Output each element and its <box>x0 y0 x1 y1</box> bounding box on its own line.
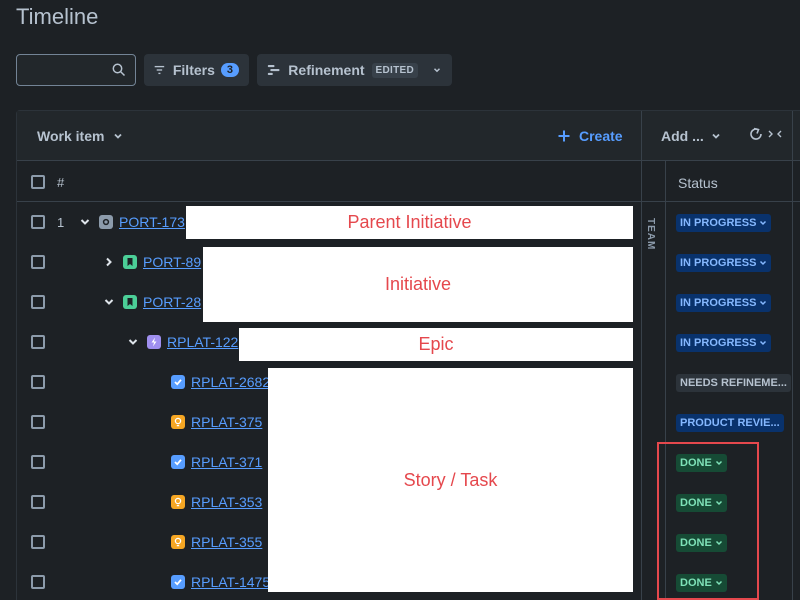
view-label: Refinement <box>288 62 365 78</box>
work-item-key-link[interactable]: RPLAT-1475 <box>191 574 270 590</box>
filters-button[interactable]: Filters 3 <box>144 54 249 86</box>
work-item-header-label: Work item <box>37 128 105 144</box>
select-all-checkbox[interactable] <box>31 175 45 189</box>
row-checkbox[interactable] <box>31 455 45 469</box>
page-title: Timeline <box>16 4 99 29</box>
row-checkbox[interactable] <box>31 495 45 509</box>
work-item-key-link[interactable]: RPLAT-371 <box>191 454 262 470</box>
epic-lightning-icon <box>147 335 161 349</box>
status-label: IN PROGRESS <box>680 297 757 309</box>
search-icon <box>112 63 126 77</box>
search-field[interactable] <box>16 54 136 86</box>
add-field-button[interactable]: Add ... <box>661 128 722 144</box>
chevron-down-icon <box>433 68 441 73</box>
status-label: IN PROGRESS <box>680 257 757 269</box>
chevron-down-icon <box>760 260 767 266</box>
status-label: IN PROGRESS <box>680 337 757 349</box>
number-column-header: # <box>57 175 65 190</box>
work-item-key-link[interactable]: RPLAT-353 <box>191 494 262 510</box>
search-input[interactable] <box>17 55 107 85</box>
work-item-key-link[interactable]: RPLAT-375 <box>191 414 262 430</box>
work-item-key-link[interactable]: PORT-89 <box>143 254 201 270</box>
work-item-key-link[interactable]: RPLAT-122 <box>167 334 238 350</box>
view-selector-button[interactable]: Refinement EDITED <box>257 54 452 86</box>
idea-lightbulb-icon <box>171 415 185 429</box>
task-checkmark-icon <box>171 375 185 389</box>
status-column-header[interactable]: Status <box>678 175 718 191</box>
row-checkbox[interactable] <box>31 335 45 349</box>
status-label: IN PROGRESS <box>680 217 757 229</box>
row-checkbox[interactable] <box>31 575 45 589</box>
column-subheader: # Status <box>17 162 800 202</box>
work-item-key-link[interactable]: RPLAT-2682 <box>191 374 270 390</box>
filter-icon <box>154 65 165 75</box>
chevron-down-icon <box>760 340 767 346</box>
status-dropdown[interactable]: IN PROGRESS <box>676 294 772 312</box>
work-item-header-button[interactable]: Work item <box>37 128 124 144</box>
parent-initiative-icon <box>99 215 113 229</box>
plus-icon <box>558 130 570 142</box>
idea-lightbulb-icon <box>171 495 185 509</box>
chevron-down-icon[interactable] <box>79 216 91 228</box>
row-checkbox[interactable] <box>31 375 45 389</box>
row-checkbox[interactable] <box>31 535 45 549</box>
add-field-label: Add ... <box>661 128 704 144</box>
task-checkmark-icon <box>171 575 185 589</box>
reset-columns-icon[interactable] <box>750 126 784 142</box>
table-header: Work item Create Add ... <box>17 111 800 161</box>
chevron-down-icon <box>114 133 123 139</box>
annotation-parent-initiative: Parent Initiative <box>186 206 633 239</box>
idea-lightbulb-icon <box>171 535 185 549</box>
chevron-right-icon[interactable] <box>103 256 115 268</box>
status-dropdown[interactable]: IN PROGRESS <box>676 254 772 272</box>
filters-label: Filters <box>172 62 215 78</box>
status-dropdown[interactable]: IN PROGRESS <box>676 334 772 352</box>
filters-count-badge: 3 <box>220 63 239 77</box>
chevron-down-icon[interactable] <box>127 336 139 348</box>
create-button[interactable]: Create <box>557 128 623 144</box>
initiative-bookmark-icon <box>123 255 137 269</box>
annotation-initiative: Initiative <box>203 247 633 322</box>
chevron-down-icon <box>760 300 767 306</box>
row-number: 1 <box>57 215 65 230</box>
status-label: NEEDS REFINEME... <box>680 377 787 389</box>
row-checkbox[interactable] <box>31 295 45 309</box>
chevron-down-icon <box>760 220 767 226</box>
edited-badge: EDITED <box>371 62 419 78</box>
row-checkbox[interactable] <box>31 255 45 269</box>
work-item-key-link[interactable]: PORT-173 <box>119 214 185 230</box>
annotation-epic: Epic <box>239 328 633 361</box>
initiative-bookmark-icon <box>123 295 137 309</box>
work-item-key-link[interactable]: PORT-28 <box>143 294 201 310</box>
work-item-key-link[interactable]: RPLAT-355 <box>191 534 262 550</box>
chevron-down-icon[interactable] <box>103 296 115 308</box>
chevron-down-icon <box>712 133 720 139</box>
row-checkbox[interactable] <box>31 215 45 229</box>
task-checkmark-icon <box>171 455 185 469</box>
timeline-bars-icon <box>267 65 280 75</box>
done-status-highlight-box <box>657 442 759 600</box>
row-checkbox[interactable] <box>31 415 45 429</box>
status-dropdown[interactable]: PRODUCT REVIE... <box>676 414 784 432</box>
create-label: Create <box>579 128 623 144</box>
status-dropdown[interactable]: NEEDS REFINEME... <box>676 374 791 392</box>
status-dropdown[interactable]: IN PROGRESS <box>676 214 772 232</box>
status-label: PRODUCT REVIE... <box>680 417 780 429</box>
annotation-story-task: Story / Task <box>268 368 633 592</box>
